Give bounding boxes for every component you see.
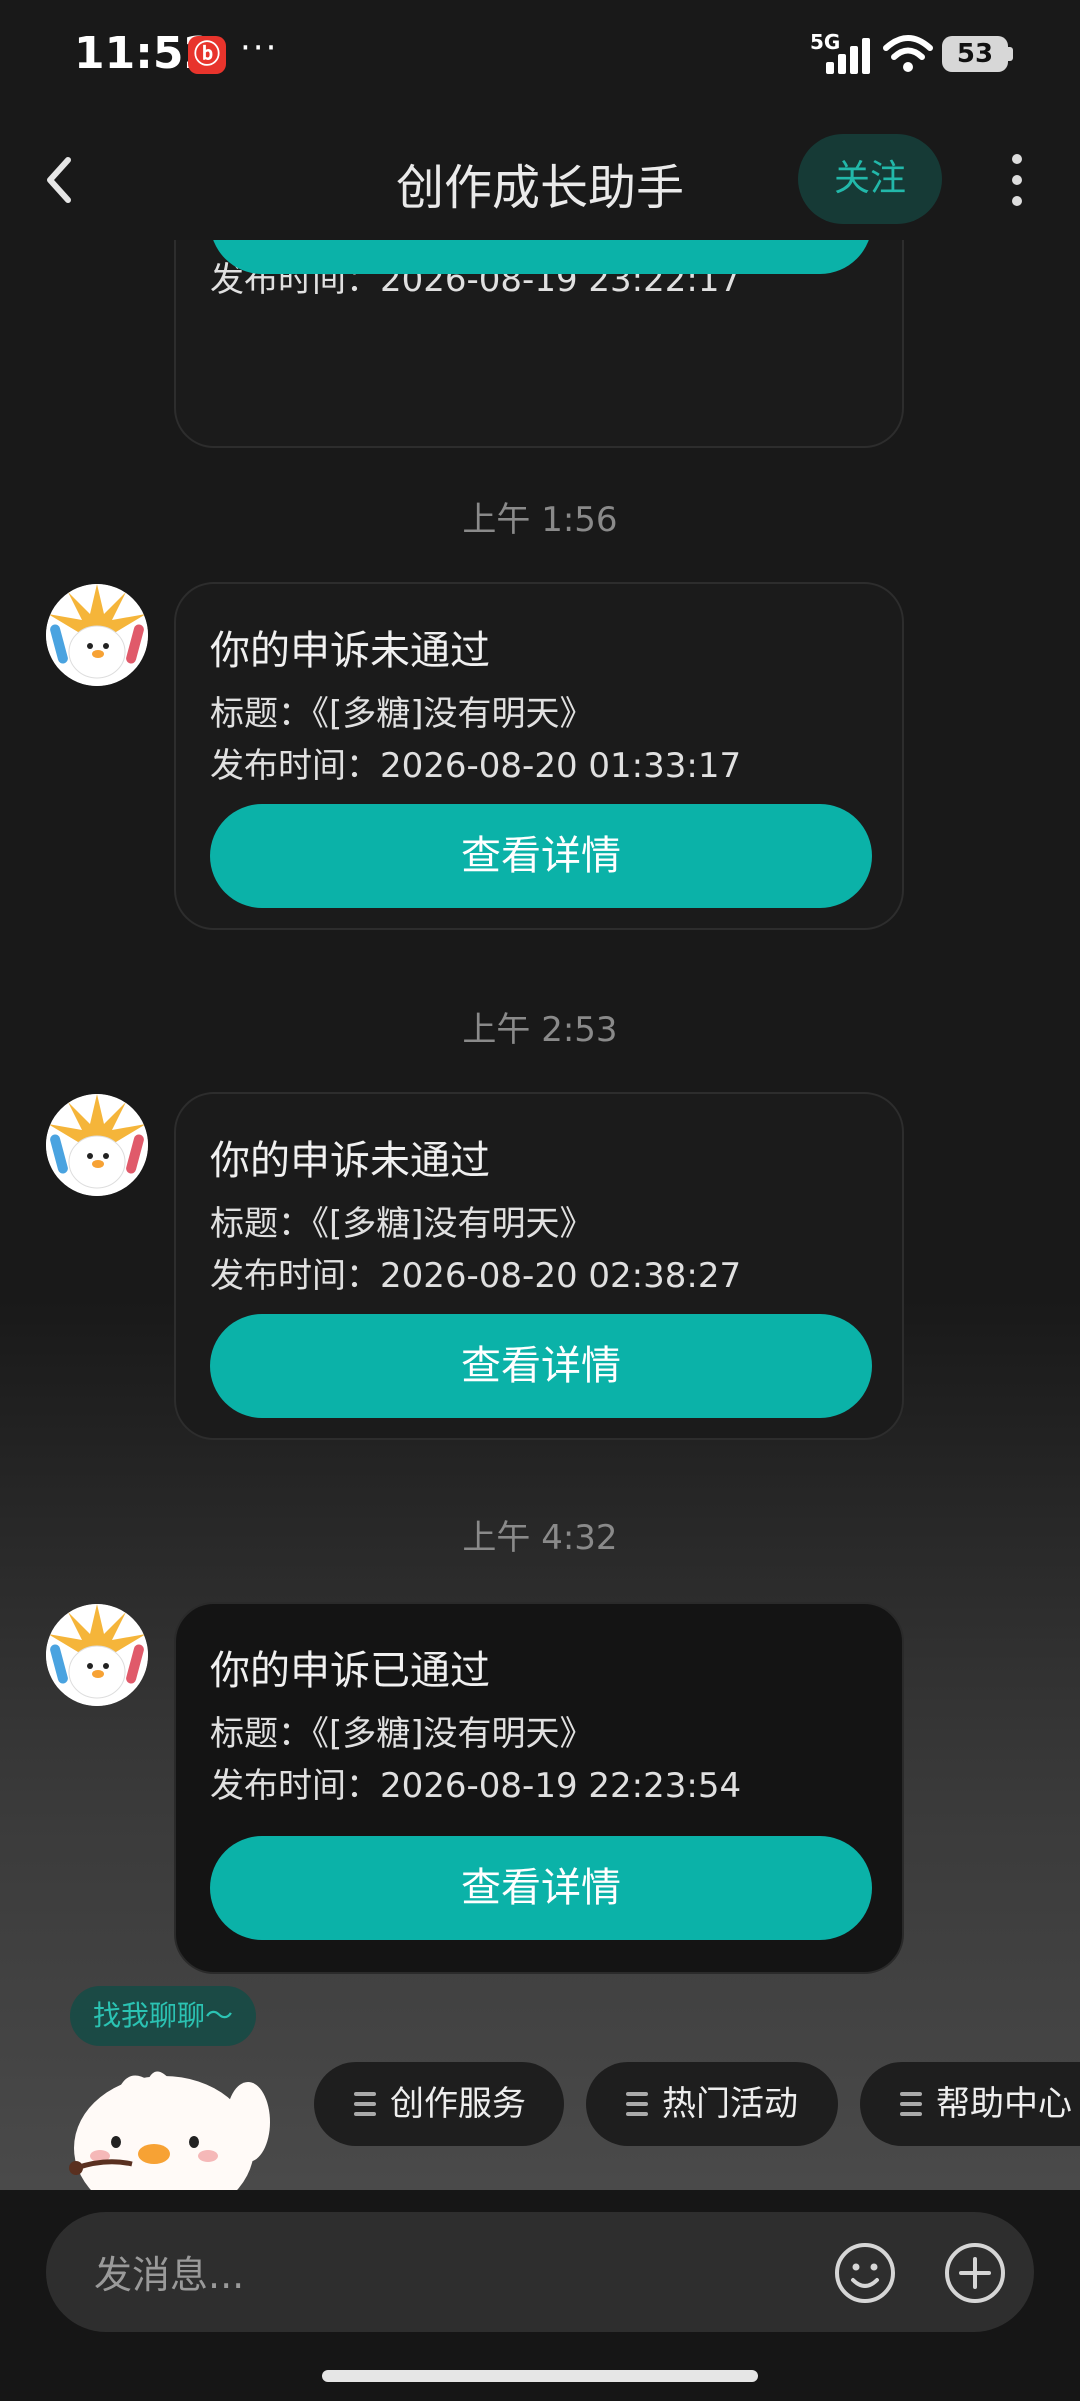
message-card: 你的申诉未通过 标题：《[多糖]没有明天》 发布时间：2026-08-20 01… xyxy=(174,582,904,930)
view-details-button[interactable]: 查看详情 xyxy=(210,804,872,908)
more-notifications-icon: ··· xyxy=(240,28,279,68)
avatar[interactable] xyxy=(46,1604,148,1706)
message-input-placeholder: 发消息... xyxy=(94,2253,245,2297)
message-title: 你的申诉已通过 xyxy=(210,1648,490,1694)
message-timestamp: 上午 2:53 xyxy=(462,1010,618,1050)
message-list[interactable]: 发布时间：2026-08-19 23:22:17 查看详情 上午 1:56 你的… xyxy=(0,240,1080,2200)
menu-icon xyxy=(626,2092,648,2116)
signal-icon xyxy=(826,36,874,74)
view-details-button[interactable]: 查看详情 xyxy=(210,1314,872,1418)
battery-cap xyxy=(1008,47,1013,61)
avatar[interactable] xyxy=(46,584,148,686)
chip-label: 帮助中心 xyxy=(936,2084,1072,2124)
menu-icon xyxy=(354,2092,376,2116)
message-card: 你的申诉未通过 标题：《[多糖]没有明天》 发布时间：2026-08-20 02… xyxy=(174,1092,904,1440)
publish-time: 发布时间：2026-08-20 02:38:27 xyxy=(210,1256,742,1296)
battery-icon: 53 xyxy=(942,36,1008,72)
duck-avatar-icon xyxy=(46,584,148,686)
chip-label: 热门活动 xyxy=(662,2084,798,2124)
more-vertical-icon[interactable] xyxy=(1006,150,1028,210)
message-subject: 标题：《[多糖]没有明天》 xyxy=(210,1714,594,1754)
wifi-icon xyxy=(883,35,933,72)
avatar[interactable] xyxy=(46,1094,148,1196)
publish-time: 发布时间：2026-08-19 22:23:54 xyxy=(210,1766,742,1806)
message-title: 你的申诉未通过 xyxy=(210,628,490,674)
publish-time: 发布时间：2026-08-20 01:33:17 xyxy=(210,746,742,786)
message-subject: 标题：《[多糖]没有明天》 xyxy=(210,1204,594,1244)
duck-mascot-icon[interactable] xyxy=(56,2052,270,2190)
chip-hot-activities[interactable]: 热门活动 xyxy=(586,2062,838,2146)
message-card: 发布时间：2026-08-19 23:22:17 查看详情 xyxy=(174,240,904,448)
emoji-icon[interactable] xyxy=(834,2242,896,2304)
view-details-button[interactable]: 查看详情 xyxy=(210,1836,872,1940)
duck-avatar-icon xyxy=(46,1094,148,1196)
chip-label: 创作服务 xyxy=(390,2084,526,2124)
plus-circle-icon[interactable] xyxy=(944,2242,1006,2304)
chat-tip-bubble[interactable]: 找我聊聊～ xyxy=(70,1986,256,2046)
duck-avatar-icon xyxy=(46,1604,148,1706)
message-timestamp: 上午 4:32 xyxy=(462,1518,618,1558)
chip-help-center[interactable]: 帮助中心 xyxy=(860,2062,1080,2146)
home-indicator[interactable] xyxy=(322,2370,758,2382)
chip-creation-service[interactable]: 创作服务 xyxy=(314,2062,564,2146)
message-title: 你的申诉未通过 xyxy=(210,1138,490,1184)
notification-app-icon: ⓑ xyxy=(188,36,226,74)
message-card: 你的申诉已通过 标题：《[多糖]没有明天》 发布时间：2026-08-19 22… xyxy=(174,1602,904,1974)
message-subject: 标题：《[多糖]没有明天》 xyxy=(210,694,594,734)
follow-button[interactable]: 关注 xyxy=(798,134,942,224)
menu-icon xyxy=(900,2092,922,2116)
message-timestamp: 上午 1:56 xyxy=(462,500,618,540)
view-details-button[interactable]: 查看详情 xyxy=(210,240,872,274)
